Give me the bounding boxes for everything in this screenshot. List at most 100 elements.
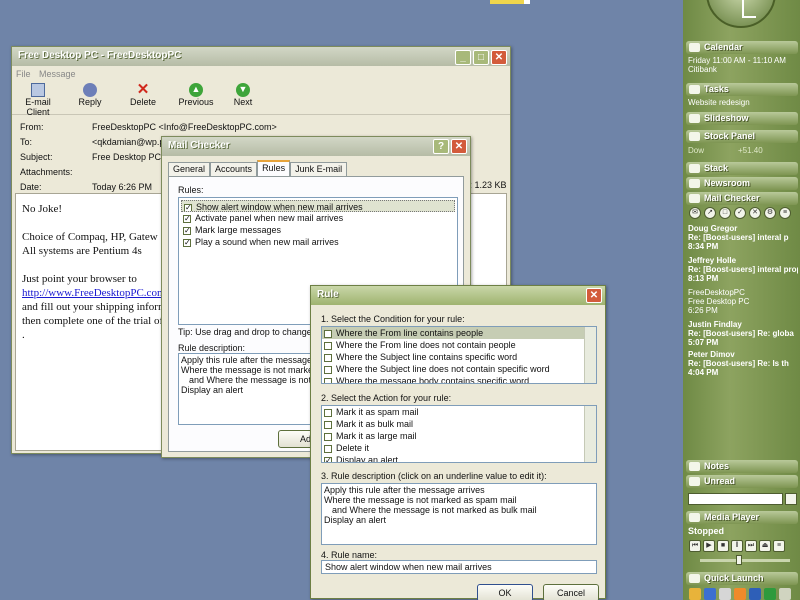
condition-item[interactable]: Where the message body contains specific…	[322, 375, 596, 383]
prev-track-icon[interactable]: ⏮	[689, 540, 701, 552]
mail-message[interactable]: FreeDesktopPC Free Desktop PC 6:26 PM	[688, 288, 798, 317]
mail-message[interactable]: Justin Findlay Re: [Boost-users] Re: glo…	[688, 320, 798, 349]
tab-rules[interactable]: Rules	[257, 160, 291, 176]
action-item[interactable]: Mark it as bulk mail	[322, 418, 596, 430]
reply-button[interactable]: Reply	[72, 83, 108, 107]
rule-name-input[interactable]: Show alert window when new mail arrives	[321, 560, 597, 574]
mail-checker-titlebar[interactable]: Mail Checker	[162, 137, 470, 156]
conditions-scrollbar[interactable]	[584, 327, 596, 383]
rule-item[interactable]: ✓ Play a sound when new mail arrives	[181, 236, 455, 248]
help-button[interactable]: ?	[433, 139, 449, 154]
stop-icon[interactable]: ■	[717, 540, 729, 552]
mark-read-icon[interactable]: ✓	[734, 207, 746, 219]
app-icon[interactable]	[734, 588, 746, 600]
condition-item[interactable]: Where the Subject line does not contain …	[322, 363, 596, 375]
search-button[interactable]	[785, 493, 797, 505]
app-icon[interactable]	[779, 588, 791, 600]
pause-icon[interactable]: ‖	[731, 540, 743, 552]
condition-item[interactable]: Where the From line does not contain peo…	[322, 339, 596, 351]
previous-button[interactable]: ▲ Previous	[176, 83, 216, 107]
settings-icon[interactable]: ⚙	[764, 207, 776, 219]
action-item[interactable]: Delete it	[322, 442, 596, 454]
checkbox[interactable]: ✓	[324, 456, 332, 462]
action-item[interactable]: Mark it as large mail	[322, 430, 596, 442]
checkbox[interactable]	[324, 408, 332, 417]
calendar-header[interactable]: Calendar	[686, 41, 798, 54]
mail-message[interactable]: Peter Dimov Re: [Boost-users] Re: Is th …	[688, 350, 798, 379]
checkbox[interactable]: ✓	[183, 226, 191, 235]
eject-icon[interactable]: ⏏	[759, 540, 771, 552]
app-icon[interactable]	[704, 588, 716, 600]
tab-general[interactable]: General	[168, 162, 211, 176]
tab-accounts[interactable]: Accounts	[210, 162, 258, 176]
stock-panel-header[interactable]: Stock Panel	[686, 130, 798, 143]
rule-dialog-titlebar[interactable]: Rule	[311, 286, 605, 305]
from-label: From:	[20, 122, 44, 132]
action-item[interactable]: Mark it as spam mail	[322, 406, 596, 418]
app-icon[interactable]	[719, 588, 731, 600]
rule-item[interactable]: ✓ Mark large messages	[181, 224, 455, 236]
volume-slider-handle[interactable]	[736, 555, 742, 565]
tasks-header[interactable]: Tasks	[686, 83, 798, 96]
delete-icon[interactable]: ✕	[749, 207, 761, 219]
check-mail-icon[interactable]: ✉	[689, 207, 701, 219]
tasks-icon	[689, 85, 700, 94]
menu-message[interactable]: Message	[39, 69, 76, 79]
stack-header[interactable]: Stack	[686, 162, 798, 175]
newsroom-header[interactable]: Newsroom	[686, 177, 798, 190]
mail-checker-header[interactable]: Mail Checker	[686, 192, 798, 205]
checkbox[interactable]	[324, 432, 332, 441]
condition-item[interactable]: Where the Subject line contains specific…	[322, 351, 596, 363]
notes-header[interactable]: Notes	[686, 460, 798, 473]
next-button[interactable]: ▼ Next	[226, 83, 260, 107]
maximize-button[interactable]: □	[473, 50, 489, 65]
actions-list[interactable]: Mark it as spam mail Mark it as bulk mai…	[321, 405, 597, 463]
condition-item[interactable]: Where the From line contains people	[322, 327, 596, 339]
ok-button[interactable]: OK	[477, 584, 533, 600]
tab-junk-email[interactable]: Junk E-mail	[290, 162, 348, 176]
mail-message[interactable]: Jeffrey Holle Re: [Boost-users] interal …	[688, 256, 798, 285]
delete-button[interactable]: ✕ Delete	[126, 82, 160, 107]
action-item[interactable]: ✓ Display an alert	[322, 454, 596, 462]
close-button[interactable]: ✕	[491, 50, 507, 65]
unread-header[interactable]: Unread	[686, 475, 798, 488]
checkbox[interactable]: ✓	[183, 238, 191, 247]
slideshow-header[interactable]: Slideshow	[686, 112, 798, 125]
quick-launch-header[interactable]: Quick Launch	[686, 572, 798, 585]
checkbox[interactable]	[324, 353, 332, 362]
menu-file[interactable]: File	[16, 69, 31, 79]
conditions-list[interactable]: Where the From line contains people Wher…	[321, 326, 597, 384]
send-icon[interactable]: ↗	[704, 207, 716, 219]
checkbox[interactable]: ✓	[183, 214, 191, 223]
next-track-icon[interactable]: ⏭	[745, 540, 757, 552]
word-icon[interactable]	[749, 588, 761, 600]
checkbox[interactable]	[324, 341, 332, 350]
task-item[interactable]: Website redesign	[688, 98, 798, 107]
checkbox[interactable]	[324, 444, 332, 453]
email-client-button[interactable]: E-mail Client	[14, 83, 62, 117]
checkbox[interactable]	[324, 377, 332, 383]
close-button[interactable]: ✕	[586, 288, 602, 303]
checkbox[interactable]: ✓	[184, 203, 192, 211]
playlist-icon[interactable]: ≡	[773, 540, 785, 552]
play-icon[interactable]: ▶	[703, 540, 715, 552]
app-icon[interactable]	[689, 588, 701, 600]
email-window-titlebar[interactable]: Free Desktop PC - FreeDesktopPC	[12, 47, 510, 66]
options-icon[interactable]: ≡	[779, 207, 791, 219]
calendar-event[interactable]: Citibank	[688, 65, 798, 74]
volume-slider[interactable]	[700, 559, 790, 562]
close-button[interactable]: ✕	[451, 139, 467, 154]
excel-icon[interactable]	[764, 588, 776, 600]
cancel-button[interactable]: Cancel	[543, 584, 599, 600]
open-icon[interactable]: □	[719, 207, 731, 219]
minimize-button[interactable]: _	[455, 50, 471, 65]
media-player-header[interactable]: Media Player	[686, 511, 798, 524]
checkbox[interactable]	[324, 365, 332, 374]
actions-scrollbar[interactable]	[584, 406, 596, 462]
rule-item[interactable]: ✓ Activate panel when new mail arrives	[181, 212, 455, 224]
unread-search-input[interactable]	[688, 493, 783, 505]
rule-item[interactable]: ✓ Show alert window when new mail arrives	[181, 200, 455, 212]
checkbox[interactable]	[324, 420, 332, 429]
checkbox[interactable]	[324, 329, 332, 338]
mail-message[interactable]: Doug Gregor Re: [Boost-users] interal p …	[688, 224, 798, 253]
